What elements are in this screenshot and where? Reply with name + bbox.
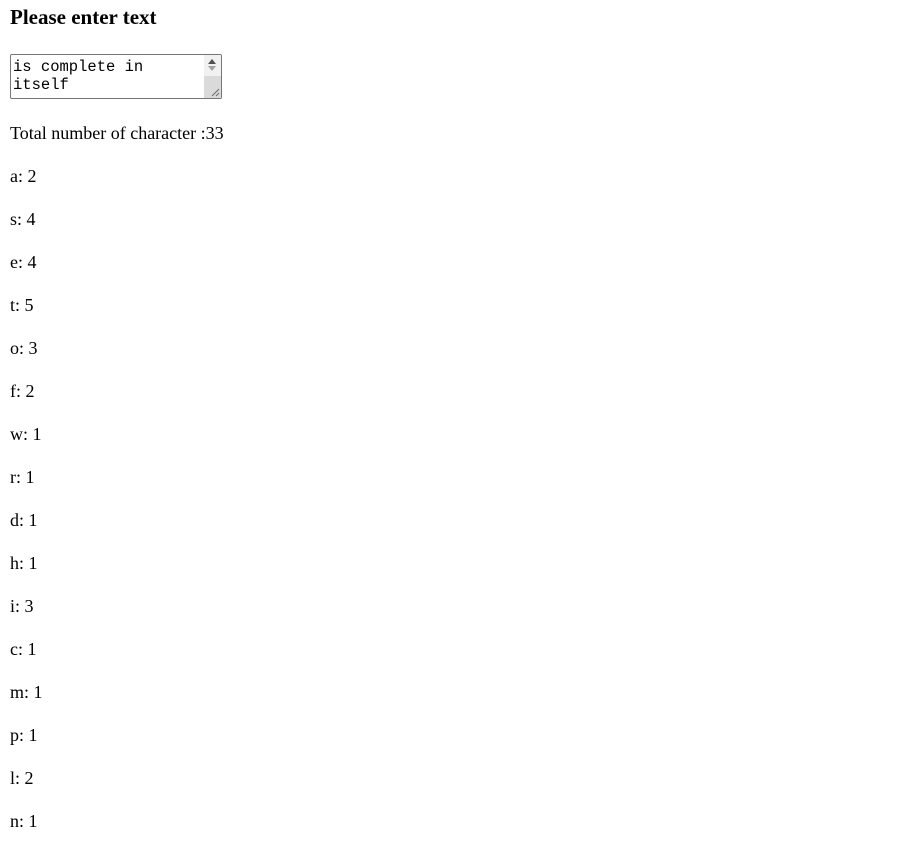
- character-count-item: m: 1: [10, 682, 43, 702]
- total-character-count: Total number of character :33: [10, 123, 224, 143]
- character-count-item: i: 3: [10, 596, 34, 616]
- character-count-item: r: 1: [10, 467, 35, 487]
- character-count-item: n: 1: [10, 811, 38, 831]
- page-heading: Please enter text: [10, 5, 157, 29]
- character-count-item: d: 1: [10, 510, 38, 530]
- scroll-down-arrow-icon[interactable]: [204, 65, 221, 75]
- character-count-item: h: 1: [10, 553, 38, 573]
- character-count-item: p: 1: [10, 725, 38, 745]
- character-count-item: c: 1: [10, 639, 37, 659]
- character-count-item: o: 3: [10, 338, 38, 358]
- character-count-item: a: 2: [10, 166, 37, 186]
- character-count-item: s: 4: [10, 209, 36, 229]
- text-input-container: [10, 54, 222, 99]
- character-count-item: l: 2: [10, 768, 34, 788]
- character-count-item: t: 5: [10, 295, 34, 315]
- resize-grip-icon[interactable]: [210, 87, 220, 97]
- character-count-item: e: 4: [10, 252, 37, 272]
- character-count-item: w: 1: [10, 424, 42, 444]
- text-input[interactable]: [11, 55, 205, 98]
- character-count-list: a: 2 s: 4 e: 4 t: 5 o: 3 f: 2 w: 1 r: 1 d: 1 h: 1…: [10, 166, 898, 854]
- character-count-item: f: 2: [10, 381, 35, 401]
